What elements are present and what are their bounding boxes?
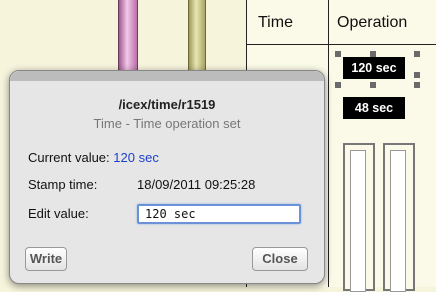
edit-value-dialog: /icex/time/r1519 Time - Time operation s… xyxy=(9,70,325,284)
dialog-title: /icex/time/r1519 xyxy=(118,97,216,112)
close-button[interactable]: Close xyxy=(252,247,308,271)
magenta-pipe xyxy=(118,0,138,70)
operation-value-box[interactable]: 48 sec xyxy=(343,97,405,119)
selection-handle xyxy=(370,82,376,88)
edit-value-input[interactable] xyxy=(137,204,301,224)
dialog-subtitle: Time - Time operation set xyxy=(93,116,241,131)
selection-handle xyxy=(414,82,420,88)
current-value-row: Current value: 120 sec xyxy=(28,150,159,165)
selection-handle xyxy=(414,51,420,57)
stamp-time-label: Stamp time: xyxy=(28,177,98,192)
olive-pipe xyxy=(188,0,206,70)
grid-line xyxy=(246,44,436,45)
column-header-operation: Operation xyxy=(337,14,408,31)
selection-handle xyxy=(414,72,420,78)
operation-value-box[interactable]: 120 sec xyxy=(343,57,405,79)
level-bar-fill xyxy=(390,150,406,292)
current-value: 120 sec xyxy=(113,150,159,165)
current-value-label: Current value: xyxy=(28,150,110,165)
dialog-top-edge xyxy=(10,71,324,81)
selection-handle xyxy=(335,82,341,88)
column-header-time: Time xyxy=(258,14,293,31)
edit-value-label: Edit value: xyxy=(28,206,89,221)
selection-handle xyxy=(370,51,376,57)
level-bar-fill xyxy=(350,150,366,292)
stamp-time-value: 18/09/2011 09:25:28 xyxy=(137,177,256,192)
selection-handle xyxy=(335,51,341,57)
write-button[interactable]: Write xyxy=(25,247,67,271)
